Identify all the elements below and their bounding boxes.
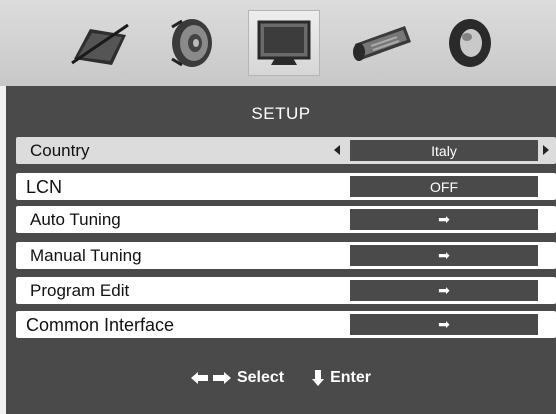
menu-row-lcn[interactable]: LCN OFF	[16, 173, 556, 200]
timer-icon	[353, 26, 411, 61]
enter-hint: Enter	[312, 369, 371, 387]
option-icon	[449, 19, 491, 67]
key-hint-footer: Select Enter	[6, 366, 556, 390]
sound-tab[interactable]	[156, 10, 228, 76]
menu-title: SETUP	[251, 104, 311, 123]
select-hint: Select	[190, 369, 285, 387]
setup-tab[interactable]	[248, 10, 320, 76]
sound-icon	[171, 19, 212, 67]
menu-row-value: ➡	[350, 280, 538, 301]
menu-row-label: Country	[30, 141, 90, 160]
menu-row-auto-tuning[interactable]: Auto Tuning ➡	[16, 206, 556, 233]
menu-row-manual-tuning[interactable]: Manual Tuning ➡	[16, 242, 556, 269]
picture-icon	[71, 23, 129, 65]
menu-row-label: Common Interface	[26, 315, 175, 335]
option-tab[interactable]	[434, 10, 506, 76]
menu-row-label: Program Edit	[30, 281, 130, 300]
left-right-arrows-icon	[190, 372, 231, 384]
menu-row-value: ➡	[350, 209, 538, 230]
menu-row-value: OFF	[350, 176, 538, 197]
menu-row-program-edit[interactable]: Program Edit ➡	[16, 277, 556, 304]
menu-row-label: Auto Tuning	[30, 210, 121, 229]
menu-row-label: LCN	[26, 177, 63, 197]
select-label: Select	[236, 369, 285, 386]
menu-row-value: ➡	[350, 245, 538, 266]
menu-row-country[interactable]: Country Italy	[16, 137, 556, 164]
menu-row-value: ➡	[350, 314, 538, 335]
setup-tv-icon	[257, 20, 311, 65]
tv-osd-screen: SETUP Country Italy LCN OFF Auto Tuning …	[0, 0, 556, 414]
picture-tab[interactable]	[64, 10, 136, 76]
arrow-right-icon[interactable]	[543, 145, 549, 155]
down-arrow-icon	[312, 370, 325, 386]
menu-row-label: Manual Tuning	[30, 246, 142, 265]
arrow-left-icon[interactable]	[334, 145, 340, 155]
menu-icon-bar	[0, 0, 556, 86]
setup-menu-panel: SETUP Country Italy LCN OFF Auto Tuning …	[6, 86, 556, 414]
timer-tab[interactable]	[346, 10, 418, 76]
enter-label: Enter	[330, 369, 372, 386]
menu-row-common-interface[interactable]: Common Interface ➡	[16, 311, 556, 338]
menu-row-value: Italy	[350, 140, 538, 161]
